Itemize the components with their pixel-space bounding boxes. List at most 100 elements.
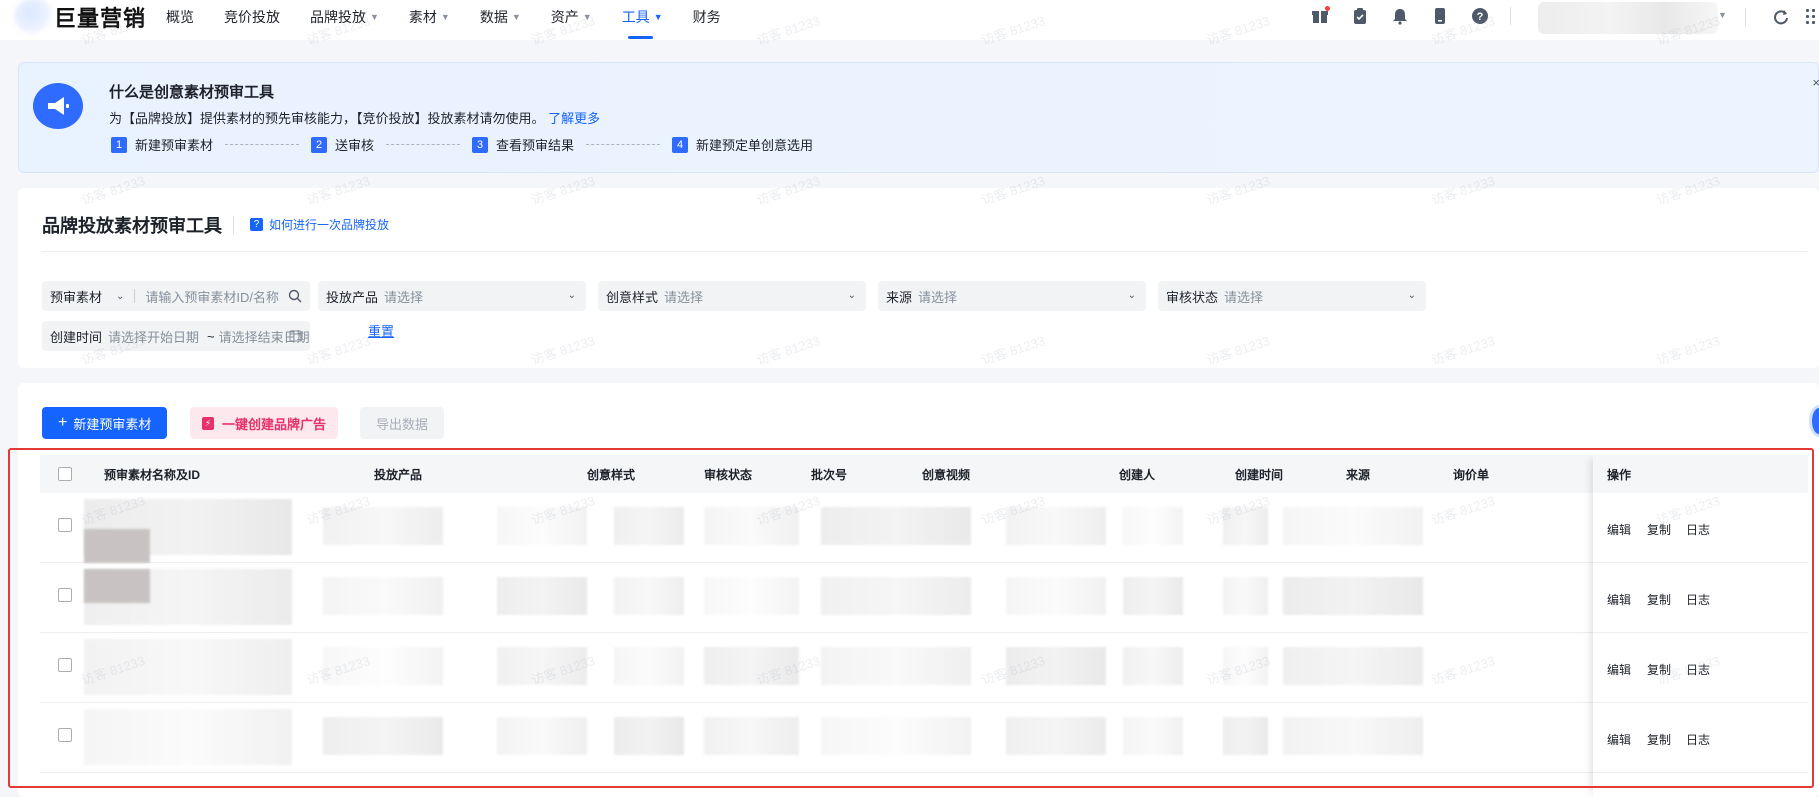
material-search-filter[interactable]: 预审素材 ⌄ 请输入预审素材ID/名称: [42, 281, 310, 311]
edit-link[interactable]: 编辑: [1607, 661, 1631, 678]
learn-more-link[interactable]: 了解更多: [548, 111, 600, 126]
cell-blurred: [1223, 717, 1268, 755]
filter-card: 品牌投放素材预审工具 ? 如何进行一次品牌投放 预审素材 ⌄ 请输入预审素材ID…: [18, 188, 1819, 368]
created-time-filter[interactable]: 创建时间 请选择开始日期 ~ 请选择结束日期: [42, 321, 310, 351]
step-connector: [225, 144, 300, 145]
log-link[interactable]: 日志: [1686, 661, 1710, 678]
chevron-down-icon: ⌄: [847, 290, 856, 301]
nav-item[interactable]: 竞价投放: [224, 7, 280, 27]
product-filter-placeholder: 请选择: [384, 289, 424, 305]
step-label: 查看预审结果: [496, 138, 575, 153]
table-row[interactable]: [40, 493, 1593, 563]
log-link[interactable]: 日志: [1686, 521, 1710, 538]
source-filter[interactable]: 来源 请选择 ⌄: [878, 281, 1146, 311]
col-creator: 创建人: [1119, 468, 1156, 482]
cell-blurred: [1123, 507, 1183, 545]
apps-grid-icon[interactable]: [1806, 9, 1819, 25]
tablet-icon[interactable]: [1430, 6, 1450, 26]
material-thumbnail-blurred: [84, 709, 292, 765]
material-type-select[interactable]: 预审素材: [50, 287, 102, 306]
new-material-label: 新建预审素材: [73, 416, 152, 432]
brand-logo[interactable]: 巨量营销: [14, 0, 146, 34]
chevron-down-icon: ▼: [653, 12, 663, 22]
nav-item[interactable]: 财务: [693, 7, 721, 27]
nav-item[interactable]: 素材 ▼: [409, 7, 450, 27]
edit-link[interactable]: 编辑: [1607, 521, 1631, 538]
creative-style-filter[interactable]: 创意样式 请选择 ⌄: [598, 281, 866, 311]
step-connector: [386, 144, 461, 145]
table-row[interactable]: [40, 703, 1593, 773]
cell-blurred: [1123, 647, 1183, 685]
svg-text:?: ?: [1477, 11, 1484, 23]
cell-blurred: [323, 647, 443, 685]
nav-item[interactable]: 品牌投放 ▼: [310, 7, 379, 27]
edit-link[interactable]: 编辑: [1607, 591, 1631, 608]
table-row[interactable]: [40, 563, 1593, 633]
copy-link[interactable]: 复制: [1647, 661, 1671, 678]
copy-link[interactable]: 复制: [1647, 521, 1671, 538]
step-item: 4 新建预定单创意选用: [672, 135, 813, 154]
page-title: 品牌投放素材预审工具: [42, 216, 222, 236]
close-icon[interactable]: ×: [1812, 75, 1819, 90]
export-button[interactable]: 导出数据: [360, 407, 445, 439]
copy-link[interactable]: 复制: [1647, 731, 1671, 748]
one-click-create-button[interactable]: ⚡ 一键创建品牌广告: [190, 407, 339, 439]
row-checkbox[interactable]: [58, 658, 72, 672]
gift-icon[interactable]: [1310, 6, 1330, 26]
cell-blurred: [1006, 577, 1106, 615]
review-status-placeholder: 请选择: [1224, 289, 1264, 305]
search-icon[interactable]: [288, 289, 302, 303]
table-row[interactable]: [40, 633, 1593, 703]
reset-button[interactable]: 重置: [368, 321, 394, 340]
review-status-filter[interactable]: 审核状态 请选择 ⌄: [1158, 281, 1426, 311]
nav-item-label: 财务: [692, 9, 721, 25]
step-label: 送审核: [335, 138, 375, 153]
creative-style-label: 创意样式: [606, 289, 659, 305]
refresh-icon[interactable]: [1772, 8, 1790, 26]
row-checkbox[interactable]: [58, 518, 72, 532]
product-filter-label: 投放产品: [326, 289, 379, 305]
row-checkbox[interactable]: [58, 588, 72, 602]
copy-link[interactable]: 复制: [1647, 591, 1671, 608]
notification-dot: [1325, 6, 1330, 11]
nav-item[interactable]: 数据 ▼: [480, 7, 521, 27]
material-search-input[interactable]: 请输入预审素材ID/名称: [145, 287, 279, 306]
bell-icon[interactable]: [1390, 6, 1410, 26]
cell-blurred: [497, 647, 587, 685]
main-menu: 概览 竞价投放 品牌投放 ▼ 素材 ▼ 数据 ▼ 资产 ▼ 工具 ▼ 财务: [166, 0, 751, 39]
log-link[interactable]: 日志: [1686, 731, 1710, 748]
chevron-down-icon: ⌄: [1127, 290, 1136, 301]
account-switcher[interactable]: [1538, 2, 1718, 34]
chevron-down-icon: ⌄: [1407, 290, 1416, 301]
nav-item[interactable]: 概览: [166, 7, 194, 27]
nav-item[interactable]: 工具 ▼: [622, 7, 663, 39]
top-nav: 巨量营销 概览 竞价投放 品牌投放 ▼ 素材 ▼ 数据 ▼ 资产 ▼ 工具 ▼ 财务 ? ▼: [0, 0, 1819, 40]
step-number: 1: [111, 136, 127, 153]
start-date-input[interactable]: 请选择开始日期: [108, 327, 199, 346]
edit-link[interactable]: 编辑: [1607, 731, 1631, 748]
cell-blurred: [1283, 717, 1423, 755]
source-filter-placeholder: 请选择: [918, 289, 958, 305]
help-link[interactable]: ? 如何进行一次品牌投放: [250, 216, 389, 233]
row-checkbox[interactable]: [58, 728, 72, 742]
col-operations: 操作: [1607, 468, 1632, 482]
clipboard-icon[interactable]: [1350, 6, 1370, 26]
cell-blurred: [1123, 577, 1183, 615]
cell-blurred: [1223, 647, 1268, 685]
chevron-down-icon: ▼: [511, 12, 521, 22]
step-item: 1 新建预审素材: [111, 135, 213, 154]
nav-item[interactable]: 资产 ▼: [551, 7, 592, 27]
intro-banner: 什么是创意素材预审工具 为【品牌投放】提供素材的预先审核能力，【竞价投放】投放素…: [18, 62, 1819, 173]
step-number: 3: [472, 136, 489, 153]
new-material-button[interactable]: + 新建预审素材: [42, 407, 168, 439]
select-all-checkbox[interactable]: [58, 467, 72, 481]
cell-blurred: [497, 507, 587, 545]
cell-blurred: [1283, 647, 1423, 685]
help-icon[interactable]: ?: [1470, 6, 1490, 26]
chevron-down-icon: ⌄: [567, 290, 576, 301]
chevron-down-icon: ▼: [582, 12, 592, 22]
card-divider: [42, 251, 1807, 252]
log-link[interactable]: 日志: [1686, 591, 1710, 608]
material-image-blurred: [84, 569, 150, 603]
product-filter[interactable]: 投放产品 请选择 ⌄: [318, 281, 586, 311]
